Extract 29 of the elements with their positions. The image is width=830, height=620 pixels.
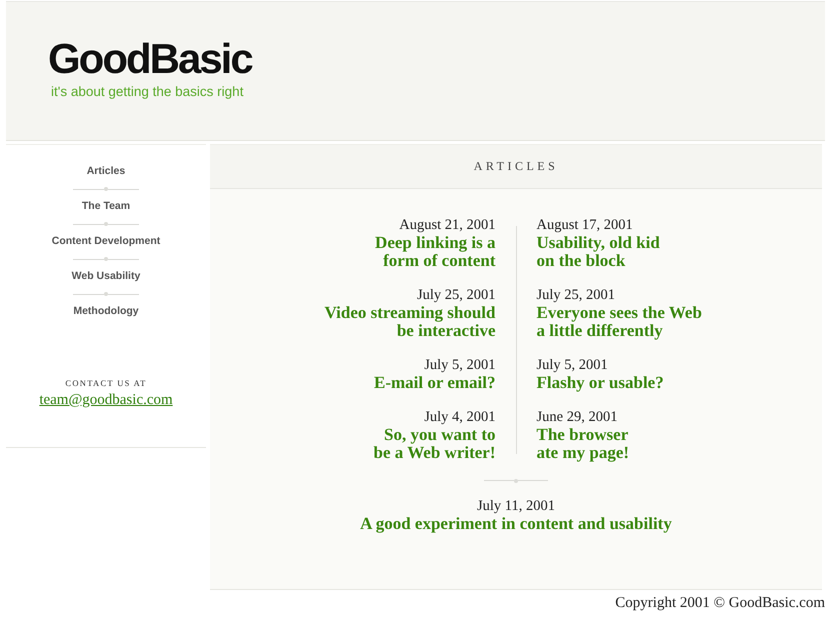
article-date: August 17, 2001 (536, 216, 633, 234)
article-link[interactable]: Video streaming should be interactive (324, 304, 496, 340)
site-logo[interactable]: GoodBasic (48, 38, 252, 80)
nav-link[interactable]: Methodology (73, 303, 139, 320)
copyright-text: Copyright 2001 © GoodBasic.com (615, 594, 825, 612)
article-date: July 11, 2001 (476, 497, 555, 515)
article-link[interactable]: Flashy or usable? (536, 374, 664, 392)
nav-link[interactable]: Content Development (52, 233, 160, 250)
article-link[interactable]: Usability, old kid on the block (536, 234, 660, 270)
nav-link[interactable]: The Team (82, 198, 130, 215)
article-date: July 5, 2001 (424, 356, 496, 374)
article-date: June 29, 2001 (536, 408, 618, 426)
nav-link[interactable]: Articles (86, 163, 126, 180)
article-date: July 5, 2001 (536, 356, 608, 374)
email-link[interactable]: team@goodbasic.com (39, 391, 173, 409)
section-heading: ARTICLES (474, 159, 558, 174)
article-link[interactable]: E-mail or email? (374, 374, 496, 392)
article-date: July 25, 2001 (416, 286, 496, 304)
article-date: July 25, 2001 (536, 286, 616, 304)
contact-label: CONTACT US AT (65, 377, 147, 389)
article-date: August 21, 2001 (399, 216, 496, 234)
nav-link[interactable]: Web Usability (72, 268, 140, 285)
article-link[interactable]: The browser ate my page! (536, 426, 630, 462)
article-link[interactable]: So, you want to be a Web writer! (374, 426, 496, 462)
article-link[interactable]: Deep linking is a form of content (375, 234, 496, 270)
article-date: July 4, 2001 (424, 408, 496, 426)
article-link[interactable]: A good experiment in content and usability (360, 515, 672, 533)
site-tagline: it's about getting the basics right (51, 84, 244, 99)
article-link[interactable]: Everyone sees the Web a little differently (536, 304, 702, 340)
